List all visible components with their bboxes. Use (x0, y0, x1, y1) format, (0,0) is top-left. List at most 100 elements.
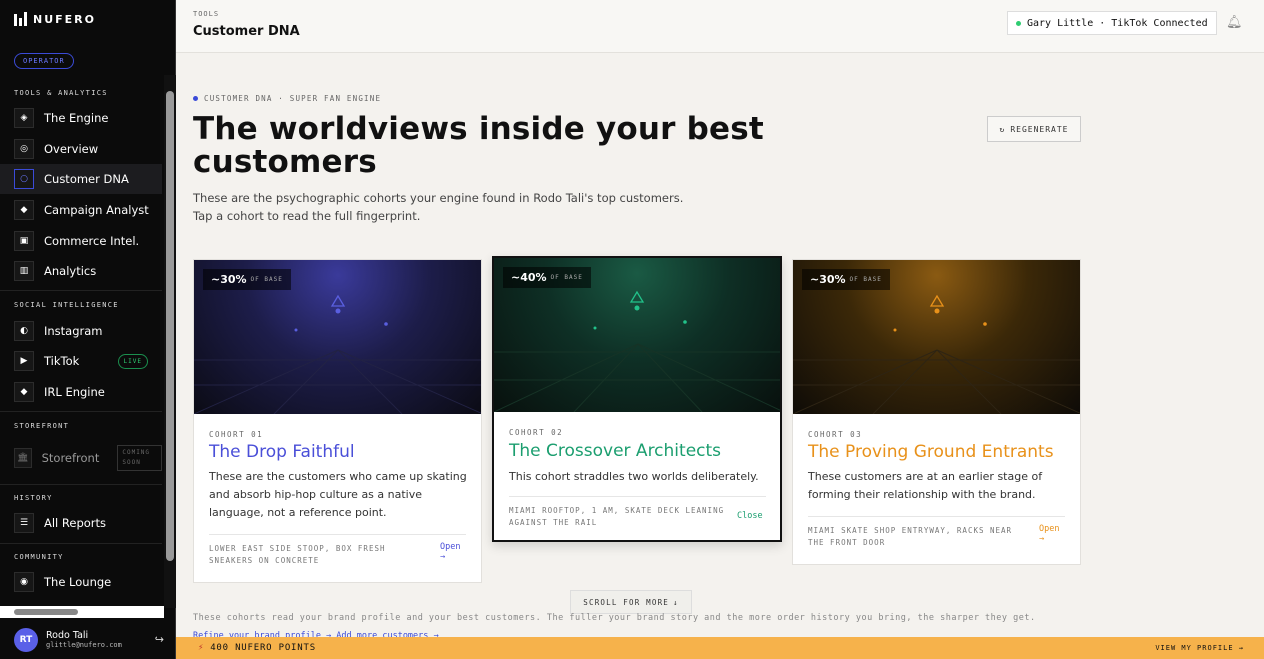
cohort-scene: MIAMI ROOFTOP, 1 AM, SKATE DECK LEANING … (509, 496, 766, 529)
page-title: Customer DNA (193, 24, 300, 39)
base-percentage: ~30% OF BASE (203, 269, 291, 290)
cohort-title: The Crossover Architects (509, 441, 722, 461)
sidebar-item-label: Overview (44, 142, 99, 156)
sidebar-item-label: Campaign Analyst (44, 203, 149, 217)
bell-icon[interactable]: 🔔︎ (1226, 15, 1243, 30)
logout-icon[interactable]: ↪ (155, 633, 164, 646)
user-name: Rodo Tali (46, 630, 89, 641)
close-button[interactable]: Close (737, 511, 763, 521)
sidebar-item-the-lounge[interactable]: ◉ The Lounge (0, 567, 162, 597)
scrollbar-thumb[interactable] (166, 91, 174, 561)
cohort-card-3[interactable]: ~30% OF BASE COHORT 03 The Proving Ground… (792, 259, 1081, 565)
refresh-icon: ↻ (999, 124, 1006, 134)
sidebar-item-label: The Engine (44, 111, 109, 125)
instagram-icon: ◐ (14, 321, 34, 341)
engine-icon: ◈ (14, 108, 34, 128)
flame-icon: ⚡ (198, 643, 205, 653)
cohort-description: These are the customers who came up skat… (209, 470, 467, 519)
scroll-more-label: SCROLL FOR MORE (583, 597, 669, 607)
sidebar-item-label: Instagram (44, 324, 103, 338)
sidebar-item-label: Storefront (41, 451, 100, 465)
sidebar-item-the-engine[interactable]: ◈ The Engine (0, 103, 162, 133)
sidebar-item-all-reports[interactable]: ☰ All Reports (0, 508, 162, 538)
open-button[interactable]: Open → (1039, 524, 1069, 544)
section-community: COMMUNITY (14, 553, 64, 561)
cohort-tag: COHORT 03 (808, 430, 863, 439)
section-storefront: STOREFRONT (14, 422, 70, 430)
connection-status[interactable]: Gary Little · TikTok Connected (1007, 11, 1217, 35)
sidebar-horizontal-scrollbar[interactable] (0, 606, 164, 618)
reports-icon: ☰ (14, 513, 34, 533)
live-badge: LIVE (117, 353, 148, 369)
sidebar-item-tiktok[interactable]: ▶ TikTok LIVE (0, 346, 162, 376)
sidebar-vertical-scrollbar[interactable] (164, 75, 176, 608)
arrow-down-icon: ↓ (673, 597, 679, 607)
divider (0, 543, 162, 544)
base-percentage: ~30% OF BASE (802, 269, 890, 290)
sidebar-item-label: IRL Engine (44, 385, 105, 399)
percentage-value: ~30% (810, 273, 846, 286)
page-subtitle: These are the psychographic cohorts your… (193, 191, 684, 223)
percentage-label: OF BASE (550, 274, 583, 281)
coming-soon-badge: COMING SOON (117, 445, 162, 471)
brand-logo[interactable]: NUFERO (14, 12, 96, 26)
sidebar-item-label: Commerce Intel. (44, 234, 140, 248)
scrollbar-thumb[interactable] (14, 609, 78, 615)
scroll-more-button[interactable]: SCROLL FOR MORE ↓ (570, 590, 692, 614)
sidebar-nav: TOOLS & ANALYTICS ◈ The Engine ◎ Overview … (0, 75, 164, 605)
cohort-card-2[interactable]: ~40% OF BASE COHORT 02 The Crossover Arch… (492, 256, 782, 542)
overview-icon: ◎ (14, 139, 34, 159)
campaign-icon: ◆ (14, 200, 34, 220)
points-bar: ⚡ 400 NUFERO POINTS VIEW MY PROFILE → (176, 637, 1264, 659)
percentage-value: ~30% (211, 273, 247, 286)
cohort-scene: LOWER EAST SIDE STOOP, BOX FRESH SNEAKER… (209, 534, 466, 567)
sidebar-item-commerce-intel[interactable]: ▣ Commerce Intel. (0, 226, 162, 256)
user-email: glittle@nufero.com (46, 641, 122, 649)
open-button[interactable]: Open → (440, 542, 470, 562)
footer-note: These cohorts read your brand profile an… (193, 613, 1036, 623)
sidebar-item-irl-engine[interactable]: ◆ IRL Engine (0, 377, 162, 407)
percentage-label: OF BASE (849, 276, 882, 283)
sidebar-item-analytics[interactable]: ▥ Analytics (0, 256, 162, 286)
user-profile[interactable]: RT Rodo Tali glittle@nufero.com ↪ (0, 620, 176, 659)
eyebrow-label: CUSTOMER DNA · SUPER FAN ENGINE (204, 94, 382, 103)
sidebar-item-label: All Reports (44, 516, 107, 530)
cohort-art: ~30% OF BASE (793, 260, 1080, 414)
cohort-title: The Proving Ground Entrants (808, 442, 1054, 462)
percentage-value: ~40% (511, 271, 547, 284)
cohort-tag: COHORT 02 (509, 428, 564, 437)
view-profile-link[interactable]: VIEW MY PROFILE → (1155, 644, 1244, 652)
sidebar-item-overview[interactable]: ◎ Overview (0, 134, 162, 164)
dna-icon: ○ (14, 169, 34, 189)
cohort-card-1[interactable]: ~30% OF BASE COHORT 01 The Drop Faithful … (193, 259, 482, 583)
sidebar-item-label: TikTok (44, 354, 80, 368)
dot-icon (193, 96, 198, 101)
sidebar-item-storefront: 🏛 Storefront COMING SOON (0, 440, 162, 476)
divider (0, 290, 162, 291)
main-content: CUSTOMER DNA · SUPER FAN ENGINE The worl… (176, 53, 1264, 659)
avatar: RT (14, 627, 38, 652)
section-social-intelligence: SOCIAL INTELLIGENCE (14, 301, 119, 309)
sidebar-item-label: Customer DNA (44, 172, 129, 186)
section-tools-analytics: TOOLS & ANALYTICS (14, 89, 108, 97)
connection-label: Gary Little · TikTok Connected (1027, 17, 1208, 29)
base-percentage: ~40% OF BASE (503, 267, 591, 288)
sidebar-item-customer-dna[interactable]: ○ Customer DNA (0, 164, 162, 194)
cohort-art: ~40% OF BASE (494, 258, 780, 412)
analytics-icon: ▥ (14, 261, 34, 281)
regenerate-button[interactable]: ↻ REGENERATE (987, 116, 1081, 142)
sidebar-item-label: The Lounge (44, 575, 112, 589)
lounge-icon: ◉ (14, 572, 34, 592)
sidebar-item-instagram[interactable]: ◐ Instagram (0, 316, 162, 346)
page-heading: The worldviews inside your best customer… (193, 111, 764, 180)
eyebrow: CUSTOMER DNA · SUPER FAN ENGINE (193, 94, 381, 103)
sidebar-item-campaign-analyst[interactable]: ◆ Campaign Analyst (0, 195, 162, 225)
percentage-label: OF BASE (250, 276, 283, 283)
irl-icon: ◆ (14, 382, 34, 402)
logo-icon (14, 12, 27, 26)
points-label: 400 NUFERO POINTS (210, 643, 316, 653)
breadcrumb: TOOLS (193, 10, 220, 18)
brand-name: NUFERO (33, 12, 96, 26)
divider (0, 484, 162, 485)
cohort-title: The Drop Faithful (209, 442, 355, 462)
